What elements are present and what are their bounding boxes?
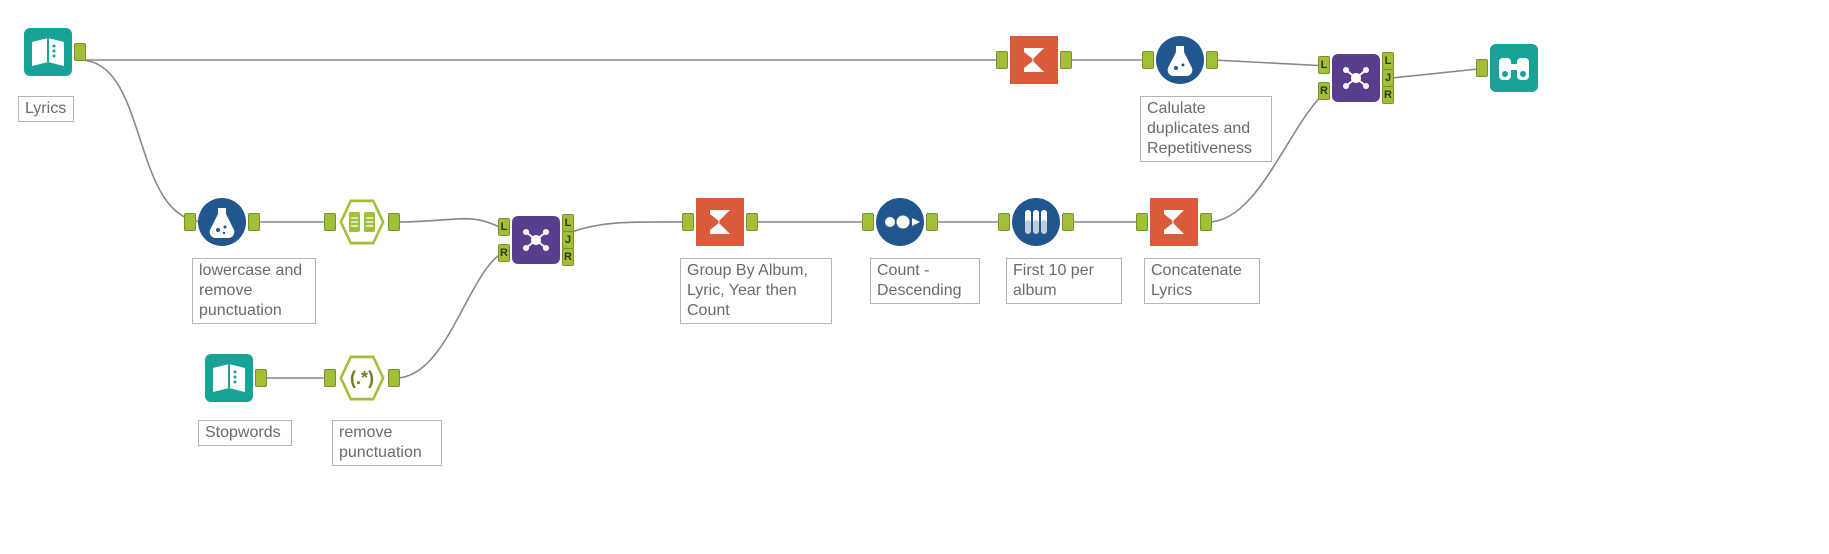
join-port-J-out: J [562, 231, 574, 249]
sort-label: Count - Descending [870, 258, 980, 304]
summarize-groupby-node[interactable] [696, 198, 744, 246]
input-stopwords-label: Stopwords [198, 420, 292, 446]
flask-icon [1156, 36, 1204, 84]
book-icon [24, 28, 72, 76]
input-lyrics-node[interactable] [24, 28, 72, 76]
sample-label: First 10 per album [1006, 258, 1122, 304]
sigma-icon [1150, 198, 1198, 246]
join2-port-J-out: J [1382, 69, 1394, 87]
sort-icon [876, 198, 924, 246]
join-icon [512, 216, 560, 264]
regex-remove-punct-node[interactable]: (.*) [338, 354, 386, 402]
flask-icon [198, 198, 246, 246]
workflow-canvas[interactable]: Lyrics lowercase and remove punctuation [0, 0, 1829, 554]
regex-remove-punct-label: remove punctuation [332, 420, 442, 466]
summarize-concat-node[interactable] [1150, 198, 1198, 246]
join-port-R-in: R [498, 244, 510, 262]
sigma-icon [696, 198, 744, 246]
sort-node[interactable] [876, 198, 924, 246]
summarize-groupby-label: Group By Album, Lyric, Year then Count [680, 258, 832, 324]
join-port-L-out: L [562, 214, 574, 232]
regex-icon: (.*) [338, 354, 386, 402]
test-tubes-icon [1012, 198, 1060, 246]
formula-calcdup-label: Calulate duplicates and Repetitiveness [1140, 96, 1272, 162]
sigma-icon [1010, 36, 1058, 84]
formula-lowercase-label: lowercase and remove punctuation [192, 258, 316, 324]
input-lyrics-label: Lyrics [18, 96, 74, 122]
table-split-icon [338, 198, 386, 246]
join-port-R-out: R [562, 248, 574, 266]
formula-calcdup-node[interactable] [1156, 36, 1204, 84]
text-to-columns-node[interactable] [338, 198, 386, 246]
join2-port-R-out: R [1382, 86, 1394, 104]
sample-node[interactable] [1012, 198, 1060, 246]
join-1-node[interactable]: L R L J R [512, 216, 560, 264]
summarize-top-node[interactable] [1010, 36, 1058, 84]
book-icon [205, 354, 253, 402]
join2-port-R-in: R [1318, 82, 1330, 100]
join2-port-L-in: L [1318, 56, 1330, 74]
join-icon [1332, 54, 1380, 102]
summarize-concat-label: Concatenate Lyrics [1144, 258, 1260, 304]
binoculars-icon [1490, 44, 1538, 92]
join2-port-L-out: L [1382, 52, 1394, 70]
join-port-L-in: L [498, 218, 510, 236]
input-stopwords-node[interactable] [205, 354, 253, 402]
join-2-node[interactable]: L R L J R [1332, 54, 1380, 102]
browse-node[interactable] [1490, 44, 1538, 92]
formula-lowercase-node[interactable] [198, 198, 246, 246]
